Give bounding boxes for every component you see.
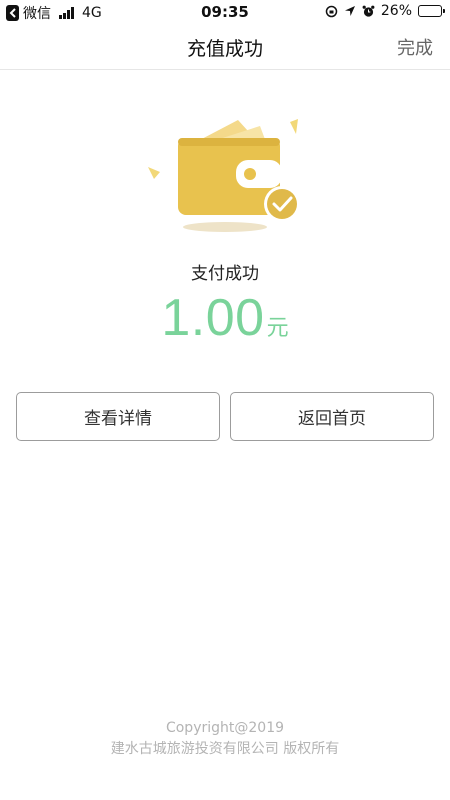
screen-lock-icon (325, 5, 338, 17)
amount-value: 1.00 (161, 289, 265, 347)
payment-status: 支付成功 (191, 264, 259, 284)
status-right: 26% (325, 3, 445, 19)
footer: Copyright@2019 建水古城旅游投资有限公司 版权所有 (0, 718, 450, 760)
battery-percent: 26% (380, 3, 412, 19)
company-text: 建水古城旅游投资有限公司 版权所有 (110, 741, 340, 757)
nav-bar: 充值成功 完成 (0, 24, 450, 70)
page-title: 充值成功 (186, 38, 263, 60)
done-button[interactable]: 完成 (397, 34, 433, 60)
status-bar: 微信 4G 09:35 26% (0, 0, 450, 24)
amount-display: 1.00元 (0, 288, 450, 348)
battery-icon (418, 5, 445, 17)
location-icon (344, 6, 355, 16)
view-details-button[interactable]: 查看详情 (16, 392, 220, 441)
amount-currency: 元 (266, 316, 289, 341)
back-home-button[interactable]: 返回首页 (230, 392, 434, 441)
alarm-icon (362, 5, 375, 17)
wallet-success-icon (148, 119, 300, 232)
copyright-text: Copyright@2019 (165, 720, 285, 736)
